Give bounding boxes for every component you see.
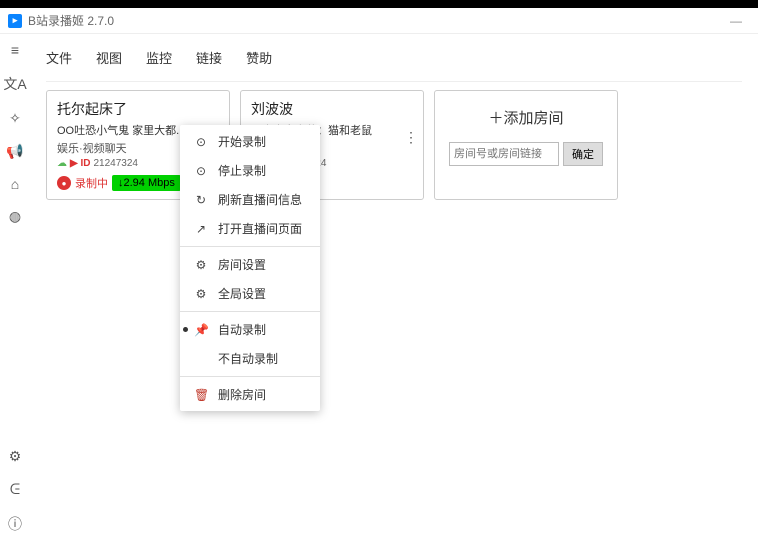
gear-icon: ⚙: [194, 258, 208, 272]
context-menu: ⊙ 开始录制 ⊙ 停止录制 ↻ 刷新直播间信息 ↗ 打开直播间页面 ⚙ 房间设置…: [180, 125, 320, 411]
sidebar: ≡ 文A ✧ 📢 ⌂ ◍ ⚙ ᕮ ⓘ: [0, 34, 30, 534]
storage-icon[interactable]: ◍: [9, 208, 21, 225]
pin-icon: 📌: [194, 323, 208, 337]
menu-link[interactable]: 链接: [196, 48, 222, 67]
menu-delete-room[interactable]: 🗑 删除房间: [180, 380, 320, 409]
confirm-button[interactable]: 确定: [563, 142, 603, 166]
menu-start-record[interactable]: ⊙ 开始录制: [180, 127, 320, 156]
speed-badge: ↓2.94 Mbps: [112, 175, 181, 191]
recording-label: 录制中: [75, 175, 108, 191]
menu-icon[interactable]: ≡: [11, 42, 19, 58]
app-title: B站录播姬 2.7.0: [28, 12, 114, 29]
menu-open-page[interactable]: ↗ 打开直播间页面: [180, 214, 320, 243]
menu-refresh-info[interactable]: ↻ 刷新直播间信息: [180, 185, 320, 214]
minimize-button[interactable]: —: [722, 14, 750, 28]
gear-icon: ⚙: [194, 287, 208, 301]
flag-icon[interactable]: ᕮ: [10, 481, 20, 498]
menu-stop-record[interactable]: ⊙ 停止录制: [180, 156, 320, 185]
room-id: 21247324: [93, 158, 138, 169]
menu-no-auto-record[interactable]: 不自动录制: [180, 344, 320, 373]
record-stop-icon: ⊙: [194, 164, 208, 178]
room-title: 刘波波: [251, 99, 413, 119]
menu-separator: [180, 376, 320, 377]
refresh-icon: ↻: [194, 193, 208, 207]
sparkle-icon[interactable]: ✧: [9, 110, 21, 127]
menu-bar: 文件 视图 监控 链接 赞助: [46, 34, 742, 82]
language-icon[interactable]: 文A: [3, 74, 26, 94]
add-room-title: ＋添加房间: [447, 107, 605, 128]
room-id-input[interactable]: [449, 142, 559, 166]
room-title: 托尔起床了: [57, 99, 219, 119]
menu-global-settings[interactable]: ⚙ 全局设置: [180, 279, 320, 308]
more-menu-button[interactable]: ⋮: [404, 129, 417, 146]
menu-room-settings[interactable]: ⚙ 房间设置: [180, 250, 320, 279]
selected-dot-icon: [183, 327, 188, 332]
menu-auto-record[interactable]: 📌 自动录制: [180, 315, 320, 344]
id-icon: ▶ ID: [70, 158, 90, 169]
menu-separator: [180, 246, 320, 247]
home-icon[interactable]: ⌂: [11, 176, 19, 192]
cloud-icon: ☁: [57, 158, 67, 169]
recording-icon: ●: [57, 176, 71, 190]
menu-monitor[interactable]: 监控: [146, 48, 172, 67]
menu-view[interactable]: 视图: [96, 48, 122, 67]
menu-file[interactable]: 文件: [46, 48, 72, 67]
external-link-icon: ↗: [194, 222, 208, 236]
announce-icon[interactable]: 📢: [6, 143, 23, 160]
window-top-border: [0, 0, 758, 8]
record-start-icon: ⊙: [194, 135, 208, 149]
menu-separator: [180, 311, 320, 312]
app-icon: ▸: [8, 14, 22, 28]
menu-sponsor[interactable]: 赞助: [246, 48, 272, 67]
title-bar: ▸ B站录播姬 2.7.0 —: [0, 8, 758, 34]
settings-icon[interactable]: ⚙: [9, 448, 22, 465]
add-room-card: ＋添加房间 确定: [434, 90, 618, 200]
trash-icon: 🗑: [194, 388, 208, 402]
info-icon[interactable]: ⓘ: [8, 514, 22, 534]
